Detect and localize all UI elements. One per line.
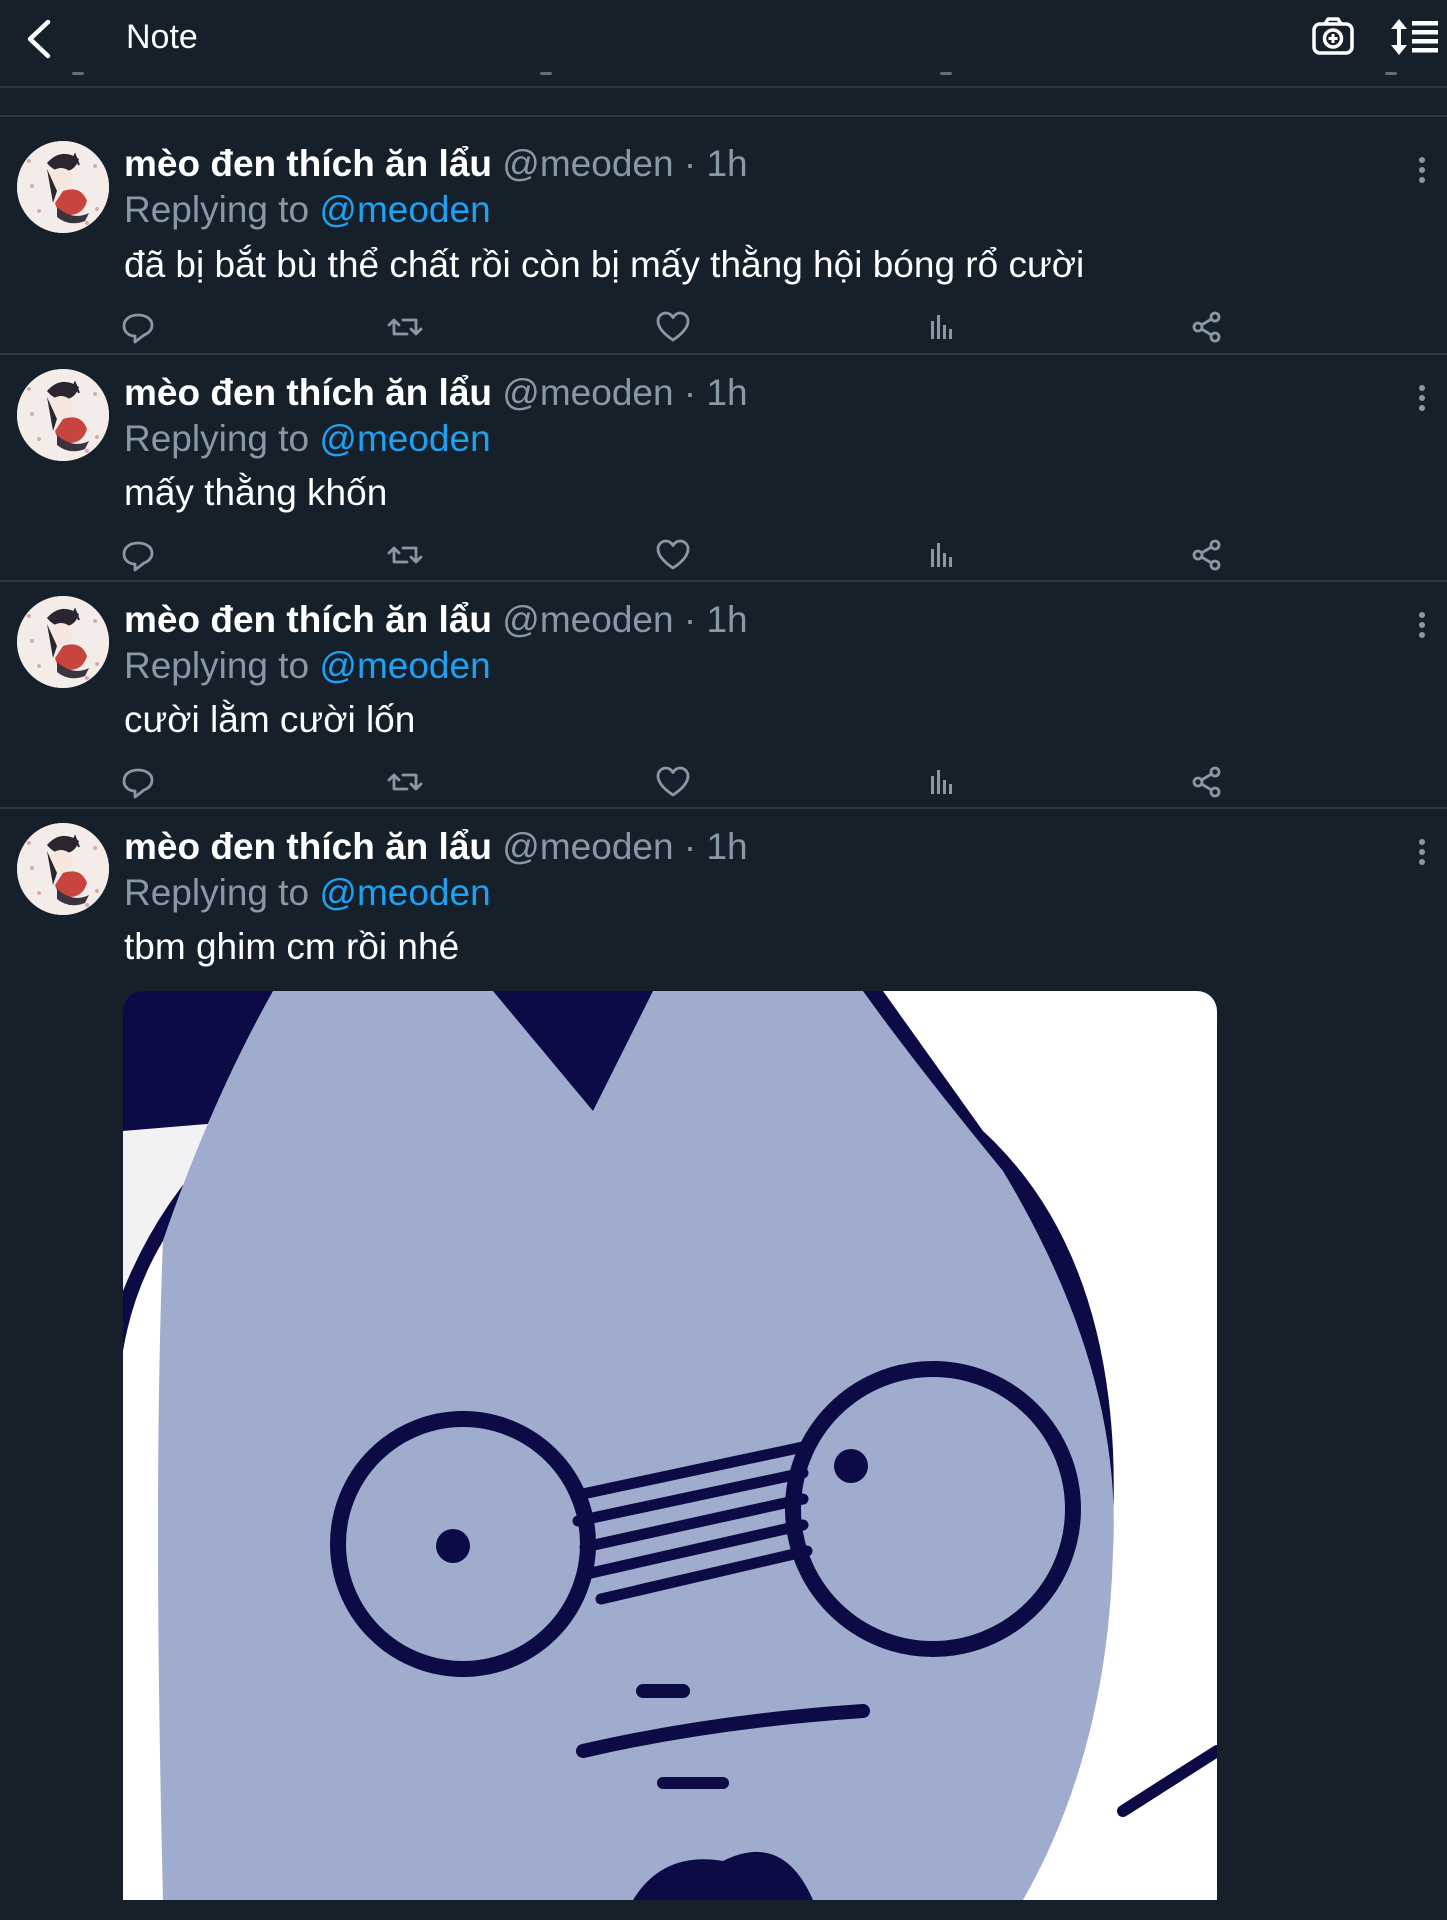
- share-button[interactable]: [1187, 307, 1227, 347]
- avatar[interactable]: [17, 141, 109, 233]
- reply-icon: [122, 768, 154, 799]
- tweet-header: mèo đen thích ăn lẩu @meoden · 1h: [124, 141, 748, 187]
- avatar-image: [17, 596, 109, 688]
- more-vertical-icon: [1419, 612, 1425, 638]
- avatar-image: [17, 369, 109, 461]
- analytics-icon: [931, 543, 952, 567]
- replying-label: Replying to: [124, 418, 310, 459]
- reply-icon: [122, 541, 154, 572]
- display-name[interactable]: mèo đen thích ăn lẩu: [124, 143, 492, 184]
- share-icon: [1192, 311, 1221, 343]
- timestamp[interactable]: 1h: [706, 143, 747, 184]
- retweet-icon: [387, 546, 423, 564]
- sort-list-icon: [1391, 19, 1438, 55]
- analytics-button[interactable]: [920, 307, 960, 347]
- tweet[interactable]: mèo đen thích ăn lẩu @meoden · 1h Replyi…: [0, 355, 1447, 582]
- reply-button[interactable]: [118, 307, 158, 347]
- like-button[interactable]: [653, 762, 693, 802]
- analytics-button[interactable]: [920, 535, 960, 575]
- replying-label: Replying to: [124, 645, 310, 686]
- avatar[interactable]: [17, 369, 109, 461]
- like-button[interactable]: [653, 307, 693, 347]
- share-icon: [1192, 539, 1221, 571]
- tweet[interactable]: mèo đen thích ăn lẩu @meoden · 1h Replyi…: [0, 582, 1447, 809]
- cartoon-face-image: [123, 991, 1217, 1900]
- like-icon: [656, 766, 690, 797]
- more-options-button[interactable]: [1412, 608, 1432, 644]
- replying-to: Replying to @meoden: [124, 187, 491, 233]
- more-options-button[interactable]: [1412, 835, 1432, 871]
- tweet-header: mèo đen thích ăn lẩu @meoden · 1h: [124, 370, 748, 416]
- display-name[interactable]: mèo đen thích ăn lẩu: [124, 826, 492, 867]
- more-vertical-icon: [1419, 839, 1425, 865]
- reply-mention-link[interactable]: @meoden: [319, 645, 490, 686]
- display-name[interactable]: mèo đen thích ăn lẩu: [124, 599, 492, 640]
- separator: ·: [683, 599, 697, 640]
- tweet-header: mèo đen thích ăn lẩu @meoden · 1h: [124, 824, 748, 870]
- reply-icon: [122, 313, 154, 344]
- user-handle[interactable]: @meoden: [502, 143, 673, 184]
- more-options-button[interactable]: [1412, 153, 1432, 189]
- camera-plus-icon: [1312, 17, 1354, 55]
- more-vertical-icon: [1419, 385, 1425, 411]
- like-button[interactable]: [653, 535, 693, 575]
- separator: ·: [683, 143, 697, 184]
- more-vertical-icon: [1419, 157, 1425, 183]
- reply-mention-link[interactable]: @meoden: [319, 189, 490, 230]
- replying-label: Replying to: [124, 189, 310, 230]
- user-handle[interactable]: @meoden: [502, 599, 673, 640]
- user-handle[interactable]: @meoden: [502, 372, 673, 413]
- tweet-media-image[interactable]: [123, 991, 1217, 1900]
- tweet-text: cười lằm cười lốn: [124, 699, 416, 740]
- timestamp[interactable]: 1h: [706, 372, 747, 413]
- analytics-icon: [931, 770, 952, 794]
- share-button[interactable]: [1187, 535, 1227, 575]
- replying-to: Replying to @meoden: [124, 416, 491, 462]
- scrolled-content-remnant: [0, 72, 1447, 86]
- separator: ·: [683, 826, 697, 867]
- avatar[interactable]: [17, 596, 109, 688]
- separator: ·: [683, 372, 697, 413]
- user-handle[interactable]: @meoden: [502, 826, 673, 867]
- reply-mention-link[interactable]: @meoden: [319, 872, 490, 913]
- replying-to: Replying to @meoden: [124, 643, 491, 689]
- retweet-button[interactable]: [385, 307, 425, 347]
- replying-label: Replying to: [124, 872, 310, 913]
- sort-button[interactable]: [1390, 14, 1440, 60]
- like-icon: [656, 539, 690, 570]
- timestamp[interactable]: 1h: [706, 599, 747, 640]
- page-title: Note: [126, 18, 198, 56]
- retweet-icon: [387, 773, 423, 791]
- tweet-header: mèo đen thích ăn lẩu @meoden · 1h: [124, 597, 748, 643]
- more-options-button[interactable]: [1412, 381, 1432, 417]
- avatar[interactable]: [17, 823, 109, 915]
- tweet-text: tbm ghim cm rồi nhé: [124, 926, 460, 967]
- back-button[interactable]: [18, 14, 62, 64]
- replying-to: Replying to @meoden: [124, 870, 491, 916]
- tweet[interactable]: mèo đen thích ăn lẩu @meoden · 1h Replyi…: [0, 117, 1447, 355]
- display-name[interactable]: mèo đen thích ăn lẩu: [124, 372, 492, 413]
- analytics-icon: [931, 315, 952, 339]
- chevron-left-icon: [27, 19, 51, 59]
- retweet-button[interactable]: [385, 535, 425, 575]
- reply-mention-link[interactable]: @meoden: [319, 418, 490, 459]
- share-icon: [1192, 766, 1221, 798]
- avatar-image: [17, 823, 109, 915]
- camera-button[interactable]: [1310, 14, 1356, 60]
- tweet-text: đã bị bắt bù thể chất rồi còn bị mấy thằ…: [124, 244, 1085, 285]
- timestamp[interactable]: 1h: [706, 826, 747, 867]
- avatar-image: [17, 141, 109, 233]
- retweet-icon: [387, 318, 423, 336]
- like-icon: [656, 311, 690, 342]
- analytics-button[interactable]: [920, 762, 960, 802]
- tweet-text: mấy thằng khốn: [124, 472, 388, 513]
- reply-button[interactable]: [118, 535, 158, 575]
- reply-button[interactable]: [118, 762, 158, 802]
- share-button[interactable]: [1187, 762, 1227, 802]
- retweet-button[interactable]: [385, 762, 425, 802]
